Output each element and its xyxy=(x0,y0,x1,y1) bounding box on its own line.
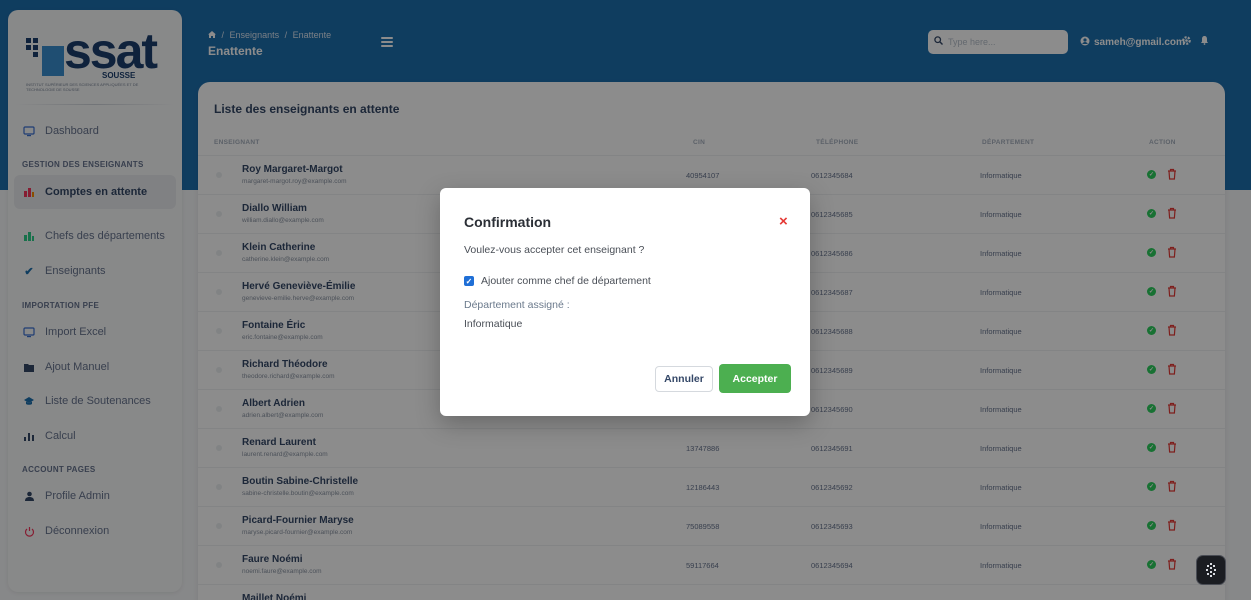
cancel-button[interactable]: Annuler xyxy=(655,366,713,392)
departement-assigne-label: Département assigné : xyxy=(464,299,570,311)
accept-button[interactable]: Accepter xyxy=(719,364,791,393)
checkbox-checked-icon[interactable]: ✓ xyxy=(464,276,474,286)
dialog-question: Voulez-vous accepter cet enseignant ? xyxy=(464,244,645,256)
close-icon[interactable]: × xyxy=(779,213,788,230)
chef-departement-checkbox[interactable]: ✓ Ajouter comme chef de département xyxy=(464,275,651,287)
confirmation-dialog: Confirmation × Voulez-vous accepter cet … xyxy=(440,188,810,416)
departement-assigne-value: Informatique xyxy=(464,318,523,330)
checkbox-label: Ajouter comme chef de département xyxy=(481,275,651,287)
assistant-widget-icon[interactable] xyxy=(1196,555,1226,585)
dialog-title: Confirmation xyxy=(464,214,552,230)
